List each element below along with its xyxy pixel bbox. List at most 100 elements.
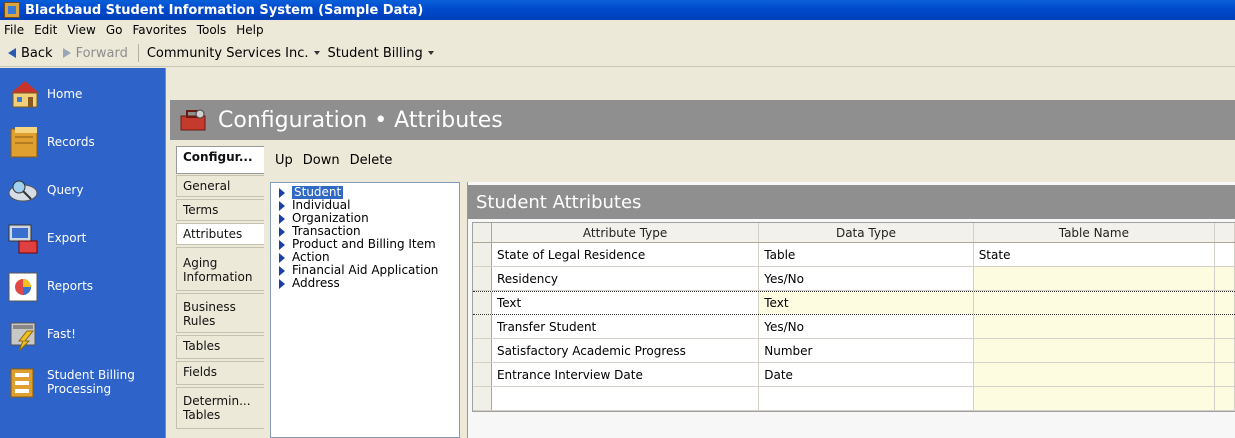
- tab-general[interactable]: General: [176, 175, 264, 197]
- cell-table-name[interactable]: [973, 315, 1216, 338]
- column-header-data-type[interactable]: Data Type: [759, 223, 974, 242]
- cell-attribute-type[interactable]: Text: [492, 292, 760, 314]
- cell-extra: [1215, 339, 1235, 362]
- row-selector[interactable]: [473, 292, 492, 314]
- cell-table-name[interactable]: [973, 292, 1216, 314]
- cell-table-name[interactable]: [973, 387, 1216, 410]
- table-row[interactable]: Residency Yes/No: [473, 267, 1235, 291]
- cell-table-name[interactable]: [973, 339, 1216, 362]
- row-selector[interactable]: [473, 363, 492, 386]
- sidebar-item-label: Query: [47, 183, 84, 197]
- tree-item-address[interactable]: Address: [279, 277, 459, 290]
- table-row[interactable]: Text Text: [473, 291, 1235, 315]
- cell-attribute-type[interactable]: Transfer Student: [492, 315, 760, 338]
- tab-fields[interactable]: Fields: [176, 361, 264, 385]
- tab-tables[interactable]: Tables: [176, 335, 264, 359]
- cell-extra: [1215, 363, 1235, 386]
- menu-view[interactable]: View: [67, 23, 95, 37]
- cell-data-type[interactable]: Number: [759, 339, 974, 362]
- cell-table-name[interactable]: [973, 363, 1216, 386]
- records-icon: [10, 127, 38, 158]
- cell-data-type[interactable]: Text: [759, 292, 974, 314]
- navigation-bar: Back Forward Community Services Inc. Stu…: [0, 40, 1235, 67]
- tab-attributes[interactable]: Attributes: [176, 223, 264, 245]
- delete-button[interactable]: Delete: [350, 153, 393, 168]
- tab-aging-information[interactable]: Aging Information: [176, 247, 264, 291]
- sidebar-item-label: Fast!: [47, 327, 76, 341]
- cell-extra: [1215, 267, 1235, 290]
- sidebar-item-label: Export: [47, 231, 87, 245]
- expand-triangle-icon: [279, 265, 285, 276]
- cell-data-type[interactable]: Yes/No: [759, 315, 974, 338]
- table-row[interactable]: Transfer Student Yes/No: [473, 315, 1235, 339]
- down-button[interactable]: Down: [303, 153, 340, 168]
- row-selector[interactable]: [473, 339, 492, 362]
- cell-data-type[interactable]: Yes/No: [759, 267, 974, 290]
- expand-triangle-icon: [279, 252, 285, 263]
- cell-attribute-type[interactable]: Residency: [492, 267, 760, 290]
- tab-configuration[interactable]: Configur...: [176, 146, 264, 174]
- menu-go[interactable]: Go: [106, 23, 123, 37]
- menu-help[interactable]: Help: [236, 23, 263, 37]
- home-icon: [11, 81, 39, 108]
- row-selector-header: [473, 223, 492, 242]
- back-arrow-icon: [8, 48, 16, 58]
- sidebar-item-student-billing-processing[interactable]: Student Billing Processing: [5, 360, 163, 404]
- sidebar-item-home[interactable]: Home: [5, 72, 163, 116]
- sidebar-item-export[interactable]: Export: [5, 216, 163, 260]
- menu-file[interactable]: File: [4, 23, 24, 37]
- table-row[interactable]: [473, 387, 1235, 411]
- fast-icon: [10, 322, 36, 351]
- row-selector[interactable]: [473, 267, 492, 290]
- cell-attribute-type[interactable]: State of Legal Residence: [492, 243, 760, 266]
- cell-extra: [1215, 315, 1235, 338]
- column-header-attribute-type[interactable]: Attribute Type: [492, 223, 760, 242]
- table-row[interactable]: State of Legal Residence Table State: [473, 243, 1235, 267]
- tree-item-label: Address: [292, 276, 340, 290]
- cell-attribute-type[interactable]: [492, 387, 760, 410]
- forward-label: Forward: [75, 45, 128, 61]
- forward-button[interactable]: Forward: [62, 45, 128, 61]
- row-selector[interactable]: [473, 387, 492, 410]
- cell-attribute-type[interactable]: Satisfactory Academic Progress: [492, 339, 760, 362]
- cell-data-type[interactable]: Date: [759, 363, 974, 386]
- cell-table-name[interactable]: [973, 267, 1216, 290]
- crumb-student-billing[interactable]: Student Billing: [328, 46, 434, 61]
- up-button[interactable]: Up: [275, 153, 293, 168]
- attributes-grid: Attribute Type Data Type Table Name Stat…: [472, 222, 1235, 412]
- expand-triangle-icon: [279, 278, 285, 289]
- forward-arrow-icon: [62, 48, 71, 58]
- back-button[interactable]: Back: [8, 46, 53, 61]
- crumb-community-services[interactable]: Community Services Inc.: [147, 46, 320, 61]
- page-header: Configuration • Attributes: [170, 100, 1235, 140]
- attribute-category-tree: Student Individual Organization Transact…: [270, 182, 460, 438]
- sidebar-item-reports[interactable]: Reports: [5, 264, 163, 308]
- toolbox-icon: [180, 109, 206, 131]
- tab-determination-tables[interactable]: Determin... Tables: [176, 387, 264, 429]
- row-selector[interactable]: [473, 315, 492, 338]
- sidebar-item-records[interactable]: Records: [5, 120, 163, 164]
- sidebar-item-fast[interactable]: Fast!: [5, 312, 163, 356]
- table-row[interactable]: Satisfactory Academic Progress Number: [473, 339, 1235, 363]
- menu-favorites[interactable]: Favorites: [132, 23, 186, 37]
- cell-attribute-type[interactable]: Entrance Interview Date: [492, 363, 760, 386]
- tab-terms[interactable]: Terms: [176, 199, 264, 221]
- menu-edit[interactable]: Edit: [34, 23, 57, 37]
- cell-data-type[interactable]: [759, 387, 974, 410]
- expand-triangle-icon: [279, 239, 285, 250]
- column-header-extra: [1215, 223, 1235, 242]
- attribute-toolbar: Up Down Delete: [275, 153, 402, 168]
- menu-tools[interactable]: Tools: [197, 23, 227, 37]
- column-header-table-name[interactable]: Table Name: [974, 223, 1216, 242]
- reports-icon: [8, 272, 38, 302]
- cell-data-type[interactable]: Table: [759, 243, 974, 266]
- back-label: Back: [21, 45, 53, 61]
- tab-business-rules[interactable]: Business Rules: [176, 293, 264, 333]
- table-row[interactable]: Entrance Interview Date Date: [473, 363, 1235, 387]
- sidebar-item-query[interactable]: Query: [5, 168, 163, 212]
- cell-table-name[interactable]: State: [974, 243, 1216, 266]
- expand-triangle-icon: [279, 187, 285, 198]
- row-selector[interactable]: [473, 243, 492, 266]
- student-attributes-panel: Student Attributes Attribute Type Data T…: [467, 182, 1235, 438]
- panel-title: Student Attributes: [468, 185, 1235, 219]
